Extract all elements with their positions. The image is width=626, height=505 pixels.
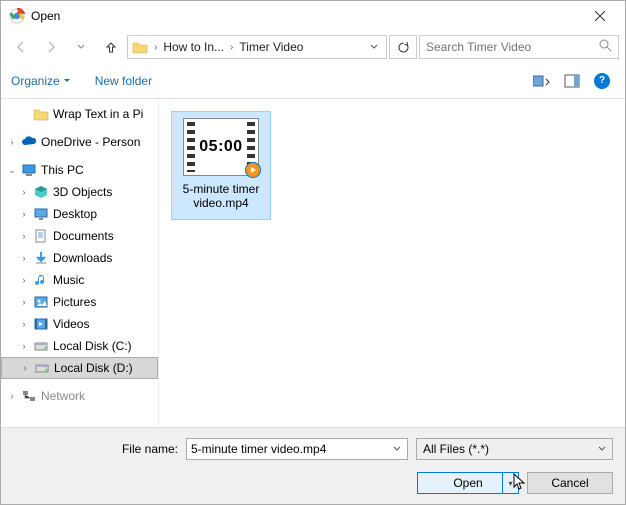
tree-item[interactable]: › Documents xyxy=(1,225,158,247)
down-icon xyxy=(33,250,49,266)
tree-item[interactable]: ⌄ This PC xyxy=(1,159,158,181)
expand-icon[interactable]: › xyxy=(19,231,29,241)
open-label: Open xyxy=(453,476,482,490)
tree-label: OneDrive - Person xyxy=(41,135,140,149)
folder-icon xyxy=(132,39,148,55)
organize-menu[interactable]: Organize xyxy=(11,74,71,88)
tree-label: This PC xyxy=(41,163,84,177)
file-item-selected[interactable]: 05:00 5-minute timer video.mp4 xyxy=(171,111,271,220)
new-folder-button[interactable]: New folder xyxy=(95,74,152,88)
tree-label: Documents xyxy=(53,229,114,243)
expand-icon[interactable]: › xyxy=(19,297,29,307)
main-area: Wrap Text in a Pi › OneDrive - Person ⌄ This… xyxy=(1,99,625,425)
filename-label: File name: xyxy=(13,442,178,456)
address-bar[interactable]: › How to In... › Timer Video xyxy=(127,35,387,59)
filename-combobox[interactable] xyxy=(186,438,408,460)
tree-item[interactable]: Wrap Text in a Pi xyxy=(1,103,158,125)
search-input[interactable] xyxy=(426,40,599,54)
music-icon xyxy=(33,272,49,288)
expand-icon[interactable]: › xyxy=(19,187,29,197)
chevron-right-icon: › xyxy=(230,42,233,53)
recent-dropdown[interactable] xyxy=(67,35,95,59)
cancel-button[interactable]: Cancel xyxy=(527,472,613,494)
breadcrumb-seg-1[interactable]: Timer Video xyxy=(239,40,303,54)
tree-item[interactable]: › Local Disk (C:) xyxy=(1,335,158,357)
expand-icon[interactable]: › xyxy=(7,391,17,401)
tree-label: Local Disk (C:) xyxy=(53,339,132,353)
tree-label: Music xyxy=(53,273,84,287)
cursor-icon xyxy=(513,473,527,494)
pc-icon xyxy=(21,162,37,178)
file-list[interactable]: 05:00 5-minute timer video.mp4 xyxy=(159,99,625,425)
bottom-panel: File name: All Files (*.*) Open ▾ Cancel xyxy=(1,427,625,504)
tree-label: Wrap Text in a Pi xyxy=(53,107,143,121)
search-box[interactable] xyxy=(419,35,619,59)
file-name-label: 5-minute timer video.mp4 xyxy=(176,182,266,211)
tree-label: Network xyxy=(41,389,85,403)
titlebar: Open xyxy=(1,1,625,31)
nav-toolbar: › How to In... › Timer Video xyxy=(1,31,625,63)
net-icon xyxy=(21,388,37,404)
folder-icon xyxy=(33,106,49,122)
expand-icon[interactable]: › xyxy=(7,137,17,147)
tree-label: Pictures xyxy=(53,295,96,309)
expand-icon[interactable]: › xyxy=(19,275,29,285)
up-button[interactable] xyxy=(97,35,125,59)
refresh-button[interactable] xyxy=(389,35,417,59)
tree-label: Videos xyxy=(53,317,89,331)
file-type-filter[interactable]: All Files (*.*) xyxy=(416,438,613,460)
view-button[interactable] xyxy=(529,70,555,92)
open-button[interactable]: Open ▾ xyxy=(417,472,519,494)
tree-label: 3D Objects xyxy=(53,185,112,199)
search-icon xyxy=(599,39,612,55)
tree-item[interactable]: › Videos xyxy=(1,313,158,335)
expand-icon[interactable]: › xyxy=(19,209,29,219)
organize-label: Organize xyxy=(11,74,60,88)
expand-icon[interactable]: › xyxy=(19,341,29,351)
back-button[interactable] xyxy=(7,35,35,59)
preview-pane-button[interactable] xyxy=(559,70,585,92)
disk-icon xyxy=(34,360,50,376)
tree-item[interactable]: › Network xyxy=(1,385,158,407)
expand-icon[interactable]: › xyxy=(20,363,30,373)
tree-item[interactable]: › Downloads xyxy=(1,247,158,269)
window-title: Open xyxy=(31,9,579,23)
tree-label: Desktop xyxy=(53,207,97,221)
3d-icon xyxy=(33,184,49,200)
filename-dropdown[interactable] xyxy=(391,442,403,456)
pics-icon xyxy=(33,294,49,310)
tree-item[interactable]: › Local Disk (D:) xyxy=(1,357,158,379)
file-thumbnail: 05:00 xyxy=(183,118,259,176)
vids-icon xyxy=(33,316,49,332)
breadcrumb-seg-0[interactable]: How to In... xyxy=(163,40,224,54)
play-icon xyxy=(245,162,261,178)
chrome-icon xyxy=(9,8,25,24)
thumb-text: 05:00 xyxy=(199,138,242,156)
tree-item[interactable]: › Pictures xyxy=(1,291,158,313)
tree-item[interactable]: › OneDrive - Person xyxy=(1,131,158,153)
nav-tree[interactable]: Wrap Text in a Pi › OneDrive - Person ⌄ This… xyxy=(1,99,159,425)
tree-label: Downloads xyxy=(53,251,112,265)
address-dropdown[interactable] xyxy=(366,40,382,54)
expand-icon[interactable]: › xyxy=(19,253,29,263)
filter-label: All Files (*.*) xyxy=(423,442,598,456)
disk-icon xyxy=(33,338,49,354)
docs-icon xyxy=(33,228,49,244)
filename-input[interactable] xyxy=(191,442,391,456)
command-toolbar: Organize New folder ? xyxy=(1,63,625,99)
expand-icon[interactable]: › xyxy=(19,319,29,329)
chevron-right-icon: › xyxy=(154,42,157,53)
tree-item[interactable]: › Desktop xyxy=(1,203,158,225)
tree-label: Local Disk (D:) xyxy=(54,361,133,375)
tree-item[interactable]: › 3D Objects xyxy=(1,181,158,203)
onedrive-icon xyxy=(21,134,37,150)
close-button[interactable] xyxy=(579,2,621,30)
tree-item[interactable]: › Music xyxy=(1,269,158,291)
forward-button[interactable] xyxy=(37,35,65,59)
help-button[interactable]: ? xyxy=(589,70,615,92)
desktop-icon xyxy=(33,206,49,222)
expand-icon[interactable]: ⌄ xyxy=(7,165,17,176)
